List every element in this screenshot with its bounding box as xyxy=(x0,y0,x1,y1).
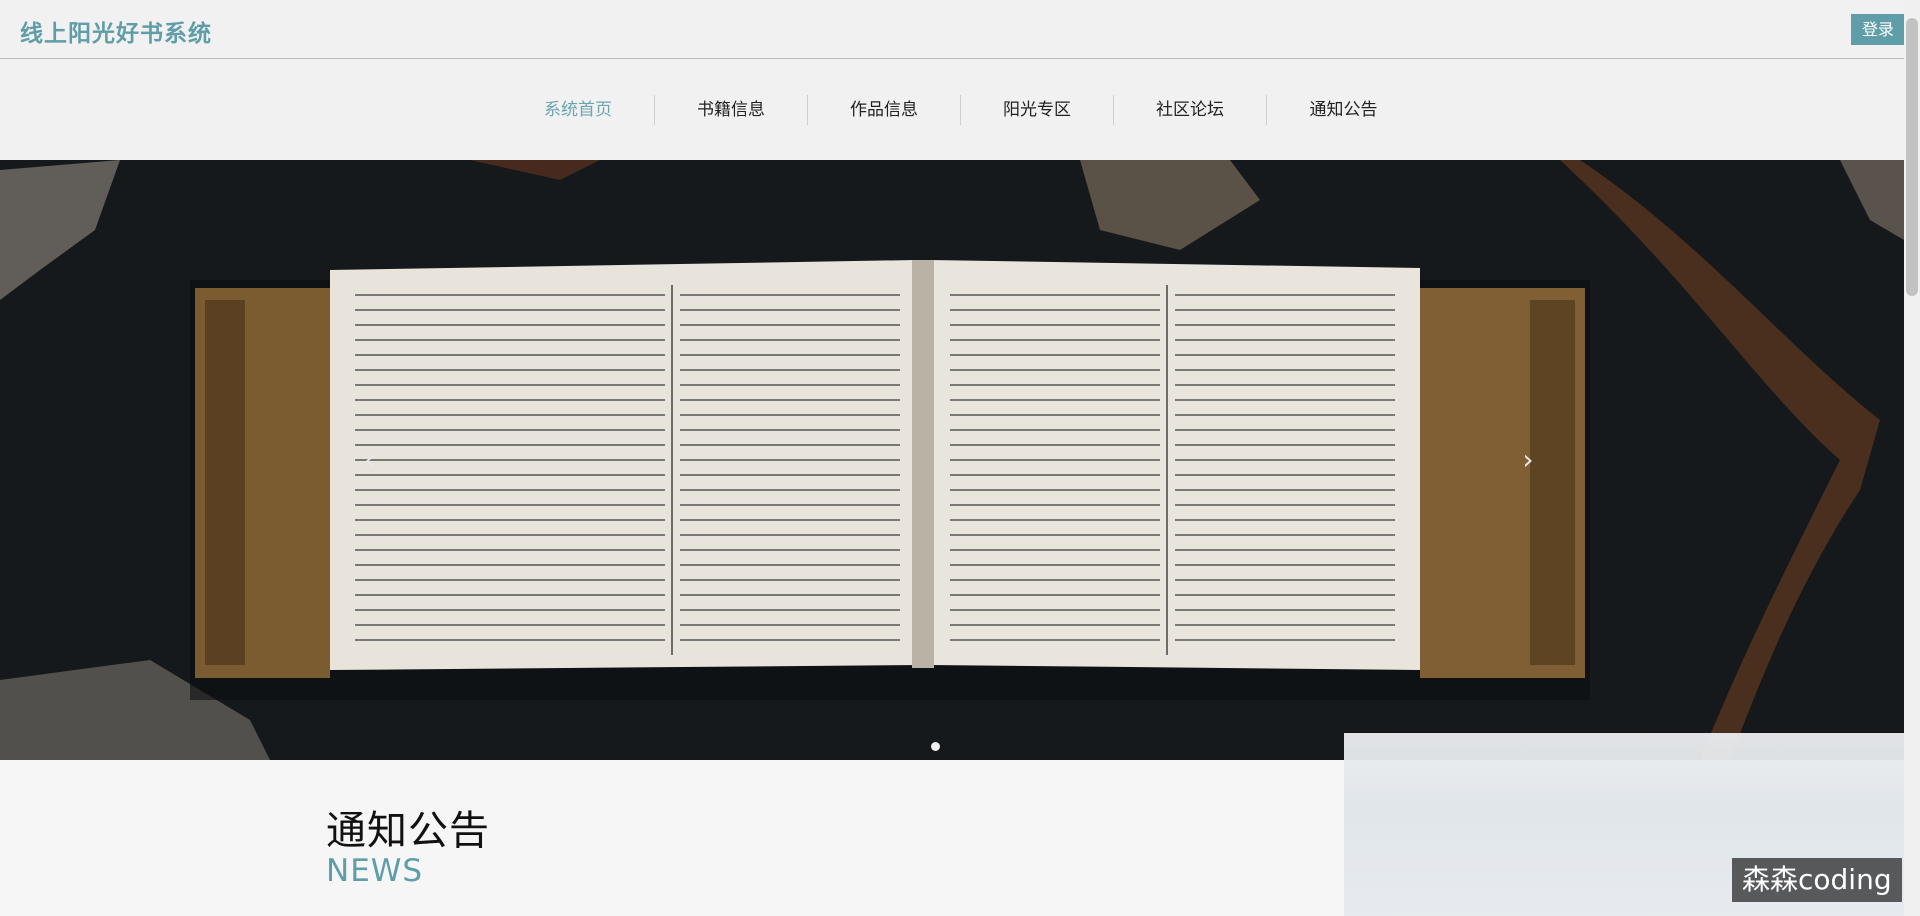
nav-item-books[interactable]: 书籍信息 xyxy=(655,95,808,125)
main-nav: 系统首页 书籍信息 作品信息 阳光专区 社区论坛 通知公告 xyxy=(0,59,1904,160)
login-button[interactable]: 登录 xyxy=(1851,14,1905,45)
banner-book-image xyxy=(0,160,1904,760)
nav-item-forum[interactable]: 社区论坛 xyxy=(1114,95,1267,125)
carousel-prev-button[interactable]: ‹ xyxy=(355,440,385,480)
news-section-title: 通知公告 xyxy=(326,808,490,854)
news-section-subtitle: NEWS xyxy=(326,853,424,889)
carousel-banner xyxy=(0,160,1904,760)
chevron-left-icon: ‹ xyxy=(364,443,376,476)
scrollbar-thumb[interactable] xyxy=(1906,18,1918,296)
chevron-right-icon: › xyxy=(1522,443,1534,476)
site-title[interactable]: 线上阳光好书系统 xyxy=(20,14,212,48)
carousel-indicator-dot[interactable] xyxy=(931,742,940,751)
top-bar: 线上阳光好书系统 登录 xyxy=(0,0,1920,59)
nav-item-works[interactable]: 作品信息 xyxy=(808,95,961,125)
video-watermark: 森森coding xyxy=(1732,858,1902,902)
carousel-next-button[interactable]: › xyxy=(1513,440,1543,480)
nav-item-home[interactable]: 系统首页 xyxy=(502,95,655,125)
nav-item-sunshine-zone[interactable]: 阳光专区 xyxy=(961,95,1114,125)
nav-item-announcements[interactable]: 通知公告 xyxy=(1267,95,1420,125)
